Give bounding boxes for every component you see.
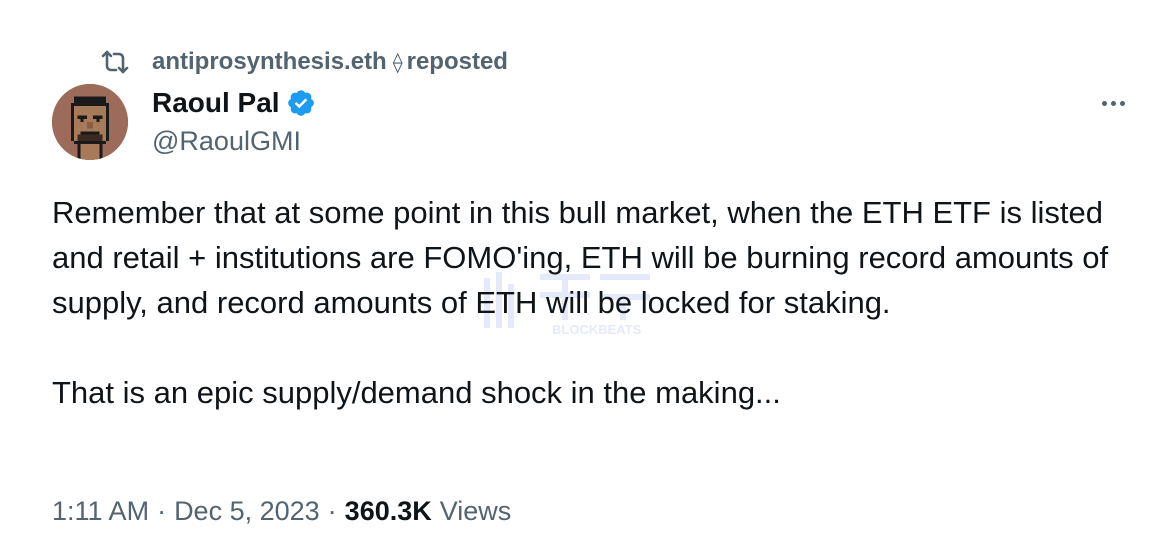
more-dot <box>1110 100 1116 106</box>
repost-header: antiprosynthesis.eth ⟠ reposted <box>100 48 508 76</box>
repost-label: reposted <box>406 48 508 75</box>
tweet-paragraph: That is an epic supply/demand shock in t… <box>52 375 781 410</box>
tweet-paragraph: Remember that at some point in this bull… <box>52 195 1109 320</box>
repost-icon <box>100 49 130 75</box>
verified-badge-icon <box>286 88 316 118</box>
author-display-name[interactable]: Raoul Pal <box>152 87 280 119</box>
repost-user-link[interactable]: antiprosynthesis.eth <box>152 48 387 76</box>
views-label: Views <box>439 496 512 526</box>
tweet-date[interactable]: Dec 5, 2023 <box>174 496 320 527</box>
more-horizontal-icon <box>1101 100 1107 106</box>
views-count: 360.3K <box>344 496 432 526</box>
author-name-row: Raoul Pal <box>152 86 316 120</box>
more-options-button[interactable] <box>1092 88 1134 118</box>
meta-separator: · <box>157 496 167 526</box>
avatar[interactable] <box>52 84 128 160</box>
more-dot <box>1119 100 1125 106</box>
tweet-text: Remember that at some point in this bull… <box>52 190 1142 415</box>
eth-symbol-icon: ⟠ <box>392 51 403 74</box>
tweet-meta: 1:11 AM · Dec 5, 2023 · 360.3K Views <box>52 496 511 527</box>
author-handle[interactable]: @RaoulGMI <box>152 126 301 157</box>
tweet-time[interactable]: 1:11 AM <box>52 496 149 527</box>
meta-separator: · <box>327 496 337 526</box>
tweet-card: antiprosynthesis.eth ⟠ reposted Raoul Pa… <box>0 0 1162 554</box>
